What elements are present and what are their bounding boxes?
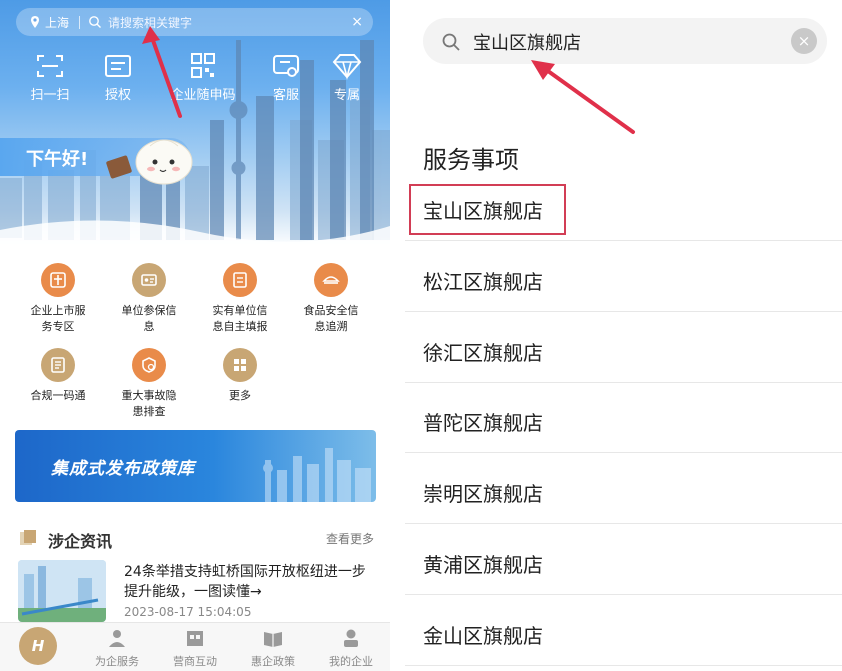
- results-section-title: 服务事项: [423, 146, 519, 174]
- quick-action-service[interactable]: 客服: [251, 52, 321, 103]
- report-icon: [223, 263, 257, 297]
- service-label: 息追溯: [314, 320, 348, 333]
- divider: [405, 594, 842, 595]
- hero-skyline: 上海 请搜索相关键字 × 扫一扫 授权 企业随申码 客服 专属 下午好!: [0, 0, 390, 248]
- tab-policy[interactable]: 惠企政策: [234, 627, 312, 669]
- quick-action-authorize[interactable]: 授权: [83, 52, 153, 103]
- compliance-icon: [41, 348, 75, 382]
- divider: [405, 382, 842, 383]
- result-item[interactable]: 金山区旗舰店: [423, 620, 543, 649]
- service-item-compliance[interactable]: 合规一码通: [13, 348, 103, 404]
- food-safety-icon: [314, 263, 348, 297]
- service-person-icon: [109, 630, 125, 647]
- service-label: 实有单位信: [212, 304, 268, 317]
- quick-action-label: 客服: [272, 88, 299, 103]
- bottom-tab-bar: H 为企服务 营商互动 惠企政策 我的企业: [0, 622, 390, 671]
- interaction-icon: [187, 631, 203, 646]
- divider: [405, 240, 842, 241]
- divider: [79, 15, 81, 29]
- policy-banner[interactable]: 集成式发布政策库: [15, 430, 376, 502]
- result-item[interactable]: 黄浦区旗舰店: [423, 549, 543, 578]
- news-thumbnail[interactable]: [18, 560, 106, 622]
- service-item-insurance[interactable]: 单位参保信 息: [104, 263, 194, 335]
- service-label: 企业上市服: [30, 304, 86, 317]
- service-label: 更多: [229, 389, 251, 402]
- search-input[interactable]: 请搜索相关键字: [108, 14, 192, 31]
- service-label: 息: [143, 320, 155, 333]
- service-label: 务专区: [41, 320, 75, 333]
- tab-label: 营商互动: [173, 655, 217, 668]
- quick-action-label: 扫一扫: [30, 88, 70, 103]
- result-item[interactable]: 普陀区旗舰店: [423, 407, 543, 436]
- search-bar[interactable]: 上海 请搜索相关键字 ×: [16, 8, 373, 36]
- service-label: 重大事故隐: [121, 389, 177, 402]
- service-item-listing[interactable]: 企业上市服 务专区: [13, 263, 103, 335]
- policy-book-icon: [264, 632, 282, 647]
- service-label: 单位参保信: [121, 304, 177, 317]
- news-section-icon: [20, 530, 36, 545]
- customer-service-icon: [273, 55, 299, 77]
- tab-my-enterprise[interactable]: 我的企业: [312, 627, 390, 669]
- left-app-screen: 上海 请搜索相关键字 × 扫一扫 授权 企业随申码 客服 专属 下午好! 企业上…: [0, 0, 390, 671]
- quick-action-label: 授权: [104, 88, 131, 103]
- qr-code-icon: [191, 53, 215, 78]
- result-item[interactable]: 宝山区旗舰店: [423, 195, 543, 224]
- tab-label: 为企服务: [95, 655, 139, 668]
- right-search-results-screen: 宝山区旗舰店 × 服务事项 宝山区旗舰店 松江区旗舰店 徐汇区旗舰店 普陀区旗舰…: [405, 0, 842, 671]
- tab-label: 惠企政策: [251, 655, 295, 668]
- quick-actions: 扫一扫 授权 企业随申码 客服 专属: [0, 52, 390, 103]
- divider: [405, 452, 842, 453]
- my-enterprise-icon: [344, 629, 358, 647]
- home-logo-icon[interactable]: H: [19, 627, 57, 665]
- quick-action-scan[interactable]: 扫一扫: [15, 52, 85, 103]
- divider: [405, 311, 842, 312]
- insurance-card-icon: [132, 263, 166, 297]
- news-more-link[interactable]: 查看更多: [326, 530, 374, 547]
- divider: [405, 523, 842, 524]
- tab-label: 我的企业: [329, 655, 373, 668]
- listing-icon: [41, 263, 75, 297]
- service-label: 息自主填报: [212, 320, 268, 333]
- scan-icon: [37, 55, 63, 77]
- result-item[interactable]: 徐汇区旗舰店: [423, 337, 543, 366]
- divider: [405, 665, 842, 666]
- news-section-title: 涉企资讯: [48, 532, 113, 551]
- service-item-report[interactable]: 实有单位信 息自主填报: [195, 263, 285, 335]
- banner-title: 集成式发布政策库: [51, 459, 195, 479]
- quick-action-exclusive[interactable]: 专属: [312, 52, 382, 103]
- location-pin-icon[interactable]: [28, 15, 42, 29]
- service-item-food-safety[interactable]: 食品安全信 息追溯: [286, 263, 376, 335]
- service-item-more[interactable]: 更多: [195, 348, 285, 404]
- hazard-check-icon: [132, 348, 166, 382]
- greeting-text: 下午好!: [26, 149, 89, 170]
- mascot-bun-icon: [106, 139, 193, 185]
- service-label: 患排查: [132, 405, 166, 418]
- service-label: 食品安全信: [303, 304, 359, 317]
- search-input[interactable]: 宝山区旗舰店: [473, 29, 581, 55]
- annotation-arrow: [531, 60, 635, 134]
- more-grid-icon: [223, 348, 257, 382]
- quick-action-label: 企业随申码: [170, 88, 236, 103]
- tab-enterprise-service[interactable]: 为企服务: [78, 627, 156, 669]
- news-headline[interactable]: 24条举措支持虹桥国际开放枢纽进一步提升能级，一图读懂→: [124, 562, 376, 602]
- skyline-illustration: [0, 40, 390, 248]
- location-label[interactable]: 上海: [45, 14, 69, 31]
- search-icon: [88, 15, 102, 29]
- quick-action-label: 专属: [333, 88, 360, 103]
- news-timestamp: 2023-08-17 15:04:05: [124, 605, 252, 619]
- search-icon: [442, 33, 460, 51]
- result-item[interactable]: 松江区旗舰店: [423, 266, 543, 295]
- clear-search-icon[interactable]: ×: [351, 14, 363, 30]
- service-label: 合规一码通: [30, 389, 86, 402]
- tab-business-interaction[interactable]: 营商互动: [156, 627, 234, 669]
- authorize-icon: [105, 55, 131, 77]
- service-item-hazard[interactable]: 重大事故隐 患排查: [104, 348, 194, 420]
- diamond-icon: [332, 54, 362, 80]
- quick-action-qr[interactable]: 企业随申码: [167, 52, 239, 103]
- clear-search-icon[interactable]: ×: [791, 28, 817, 54]
- result-item[interactable]: 崇明区旗舰店: [423, 478, 543, 507]
